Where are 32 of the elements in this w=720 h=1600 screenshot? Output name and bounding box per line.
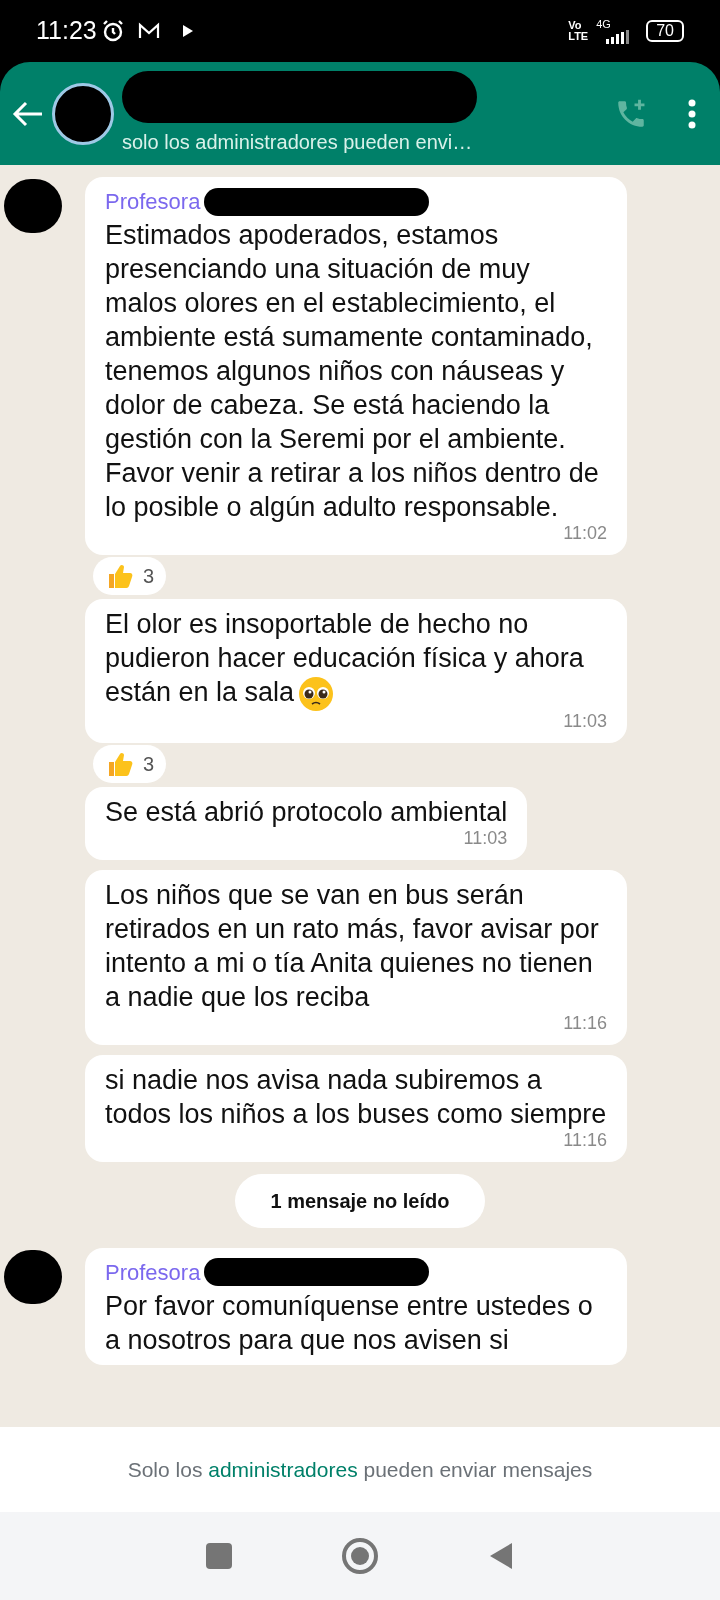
message-time: 11:03 [463,826,508,850]
home-button[interactable] [342,1538,378,1574]
administrators-link[interactable]: administradores [208,1457,358,1481]
message-text: Por favor comuníquense entre ustedes o a nosotros para que nos avisen si [105,1289,594,1357]
volte-label: Vo [568,20,583,31]
message-text: si nadie nos avisa nada subiremos a todos los niños a los buses como siempre [105,1063,607,1131]
reaction-pill[interactable]: 3 [93,557,167,595]
more-options-icon[interactable] [688,98,696,129]
sender-name: Profesora [105,1258,201,1287]
battery-indicator: 70 [646,20,684,42]
group-subtitle[interactable]: solo los administradores pueden envi… [122,126,614,157]
admin-only-notice: Solo los administradores pueden enviar mensajes [127,1456,593,1483]
message-text: Estimados apoderados, estamos presenciando una situación de muy malos olores en el establecimiento, el ambiente está sumamente contaminado, tenemos algunos niños con náuseas y dolor de cabeza. Se está haciendo la gestión con la Seremi por el ambiente. Favor venir a retirar a los niños dentro de lo posible o algún adulto responsable. [105,219,600,524]
reaction-pill[interactable]: 3 [93,744,167,783]
volte-label: LTE [568,31,589,42]
network-label: 4G [596,18,611,30]
reaction-count: 3 [143,564,155,589]
sender-name: Profesora [105,188,201,216]
status-time: 11:23 [36,15,97,47]
mail-icon [136,21,161,41]
back-button[interactable] [488,1541,514,1571]
back-arrow-icon[interactable] [12,99,44,128]
message-time: 11:03 [563,709,607,733]
message-time: 11:16 [563,1011,607,1035]
reaction-count: 3 [143,751,155,777]
message-time: 11:02 [563,522,607,545]
message-text: Se está abrió protocolo ambiental [105,795,508,829]
message-text: El olor es insoportable de hecho no pudieron hacer educación física y ahora están en la sala [105,607,607,712]
avatar[interactable] [3,179,62,233]
message-time: 11:16 [563,1129,607,1152]
play-icon [180,23,195,39]
message-text: Los niños que se van en bus serán retirados en un rato más, favor avisar por intento a mi o tía Anita quienes no tienen a nadie que los reciba [105,878,600,1014]
